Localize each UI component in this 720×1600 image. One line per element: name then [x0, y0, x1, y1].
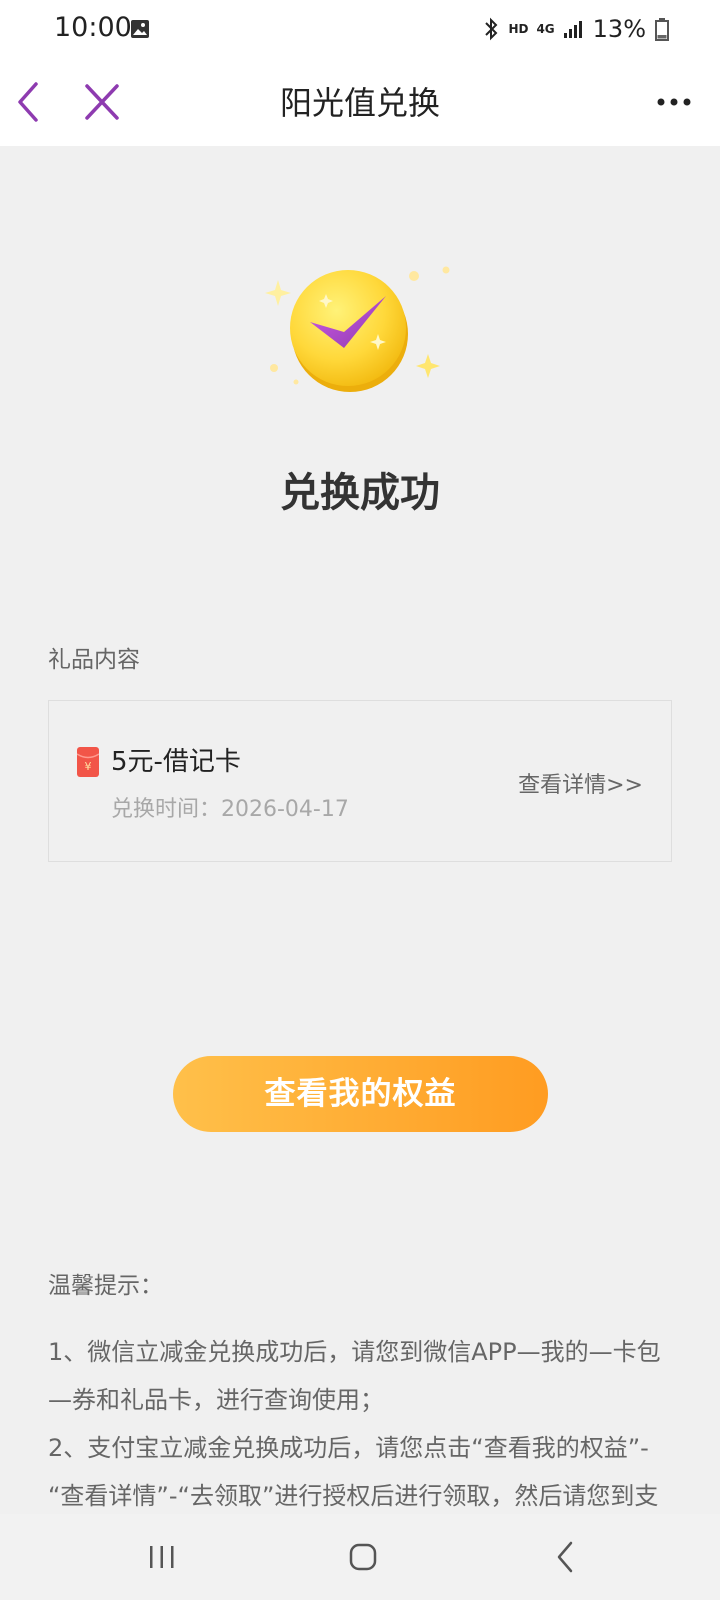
bluetooth-icon	[485, 17, 498, 41]
back-icon[interactable]	[556, 1541, 574, 1573]
gift-section-label: 礼品内容	[48, 647, 140, 673]
view-my-rights-button[interactable]: 查看我的权益	[173, 1056, 548, 1132]
signal-icon	[563, 21, 582, 38]
status-time: 10:00	[54, 12, 132, 43]
more-icon[interactable]	[656, 96, 692, 108]
battery-icon	[655, 18, 669, 41]
home-icon[interactable]	[349, 1543, 377, 1571]
gift-card: ¥ 5元-借记卡 兑换时间：2026-04-17 查看详情>>	[48, 700, 672, 862]
success-title: 兑换成功	[280, 470, 440, 516]
battery-percentage: 13%	[592, 15, 646, 43]
recent-apps-icon[interactable]	[149, 1544, 175, 1570]
hd-label: HD	[508, 22, 529, 36]
image-notification-icon	[131, 20, 149, 38]
network-label: 4G	[536, 22, 555, 36]
system-navigation-bar	[0, 1514, 720, 1600]
tip-line: 1、微信立减金兑换成功后，请您到微信APP—我的—卡包	[48, 1338, 661, 1366]
gift-redeem-time: 兑换时间：2026-04-17	[111, 797, 349, 822]
svg-text:¥: ¥	[85, 760, 92, 773]
tip-line: 2、支付宝立减金兑换成功后，请您点击“查看我的权益”-	[48, 1434, 649, 1462]
status-bar: 10:00 HD 4G 13%	[0, 0, 720, 60]
gift-name: 5元-借记卡	[111, 747, 241, 777]
success-check-icon	[265, 266, 450, 392]
tip-line: “查看详情”-“去领取”进行授权后进行领取，然后请您到支	[48, 1482, 659, 1510]
view-details-link[interactable]: 查看详情>>	[518, 767, 643, 799]
tips-body: 1、微信立减金兑换成功后，请您到微信APP—我的—卡包 —券和礼品卡，进行查询使…	[48, 1328, 678, 1520]
tip-line: —券和礼品卡，进行查询使用；	[48, 1386, 384, 1414]
status-icons: HD 4G 13%	[482, 12, 670, 46]
tips-title: 温馨提示：	[48, 1273, 163, 1299]
navigation-bar: 阳光值兑换	[0, 60, 720, 146]
red-envelope-icon: ¥	[77, 747, 99, 777]
page-title: 阳光值兑换	[279, 84, 440, 122]
